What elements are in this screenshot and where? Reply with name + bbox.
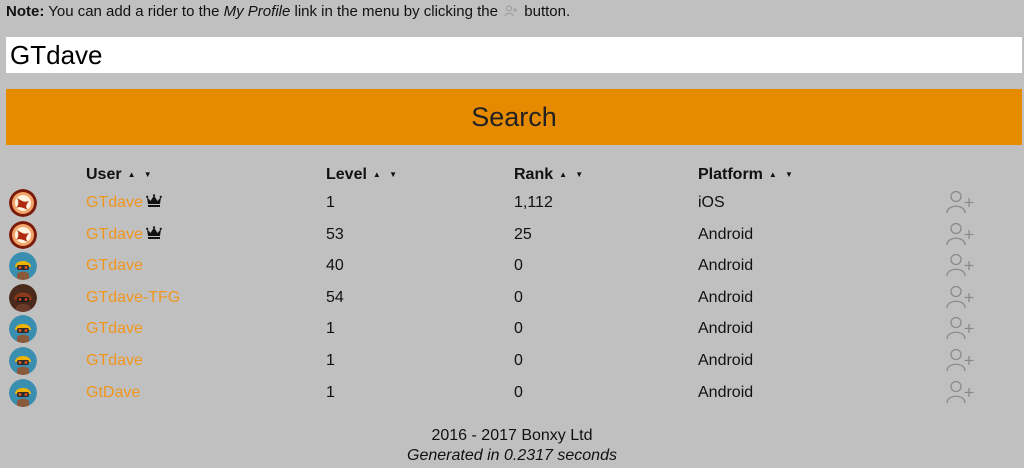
user-cell: GTdave [86,225,162,245]
table-row: GTdave 1 0 Android [0,313,1024,344]
sort-arrows-user[interactable]: ▲ ▼ [128,170,155,179]
note-label: Note: [6,3,45,20]
add-user-icon [945,380,975,409]
platform-cell: Android [698,289,754,306]
level-cell: 1 [326,384,335,401]
sort-arrows-platform[interactable]: ▲ ▼ [769,170,796,179]
table-row: GTdave-TFG 54 0 Android [0,282,1024,313]
rank-cell: 0 [514,384,523,401]
table-row: GTdave 1 1,112 iOS [0,187,1024,218]
column-header-platform: Platform ▲ ▼ [698,165,796,185]
column-header-user-label: User [86,166,122,183]
user-link[interactable]: GTdave [86,352,143,369]
add-user-icon [945,190,975,219]
user-cell: GTdave [86,193,162,213]
generated-time-text: Generated in 0.2317 seconds [407,447,617,464]
level-cell: 1 [326,352,335,369]
level-cell: 1 [326,320,335,337]
rank-cell: 1,112 [514,194,553,211]
user-link[interactable]: GTdave-TFG [86,289,180,306]
user-cell: GTdave-TFG [86,288,180,308]
level-cell: 54 [326,289,344,306]
user-cell: GTdave [86,319,143,339]
add-rider-button[interactable] [945,252,975,278]
level-cell: 53 [326,226,344,243]
avatar [9,379,37,407]
user-link[interactable]: GTdave [86,226,143,243]
table-row: GTdave 40 0 Android [0,250,1024,281]
user-link[interactable]: GTdave [86,257,143,274]
add-user-icon [504,5,518,17]
avatar [9,315,37,343]
platform-cell: Android [698,384,754,401]
note-text: Note: You can add a rider to the My Prof… [6,2,570,22]
table-row: GTdave 53 25 Android [0,219,1024,250]
sort-arrows-rank[interactable]: ▲ ▼ [559,170,586,179]
avatar [9,189,37,217]
rank-cell: 25 [514,226,532,243]
crown-icon [146,194,162,207]
rank-cell: 0 [514,352,523,369]
level-cell: 1 [326,194,335,211]
user-cell: GTdave [86,256,143,276]
search-button[interactable]: Search [6,89,1022,145]
table-row: GTdave 1 0 Android [0,345,1024,376]
user-cell: GTdave [86,351,143,371]
avatar [9,347,37,375]
table-row: GtDave 1 0 Android [0,377,1024,408]
footer: 2016 - 2017 Bonxy Ltd Generated in 0.231… [0,426,1024,466]
add-user-icon [945,253,975,282]
platform-cell: Android [698,352,754,369]
note-text-after: button. [520,3,571,20]
rank-cell: 0 [514,320,523,337]
user-link[interactable]: GTdave [86,194,143,211]
column-header-level: Level ▲ ▼ [326,165,400,185]
add-rider-button[interactable] [945,315,975,341]
crown-icon [146,226,162,239]
copyright-text: 2016 - 2017 Bonxy Ltd [431,427,593,444]
platform-cell: iOS [698,194,725,211]
add-rider-button[interactable] [945,284,975,310]
add-rider-button[interactable] [945,189,975,215]
note-text-before: You can add a rider to the [44,3,224,20]
add-rider-button[interactable] [945,347,975,373]
platform-cell: Android [698,257,754,274]
search-input[interactable] [6,37,1022,73]
note-text-middle: link in the menu by clicking the [290,3,503,20]
avatar [9,252,37,280]
level-cell: 40 [326,257,344,274]
column-header-rank-label: Rank [514,166,554,183]
column-header-platform-label: Platform [698,166,763,183]
user-cell: GtDave [86,383,140,403]
add-user-icon [945,285,975,314]
add-user-icon [945,222,975,251]
add-rider-button[interactable] [945,379,975,405]
column-header-rank: Rank ▲ ▼ [514,165,586,185]
add-rider-button[interactable] [945,221,975,247]
rank-cell: 0 [514,289,523,306]
user-link[interactable]: GTdave [86,320,143,337]
avatar [9,221,37,249]
platform-cell: Android [698,226,754,243]
add-user-icon [945,348,975,377]
platform-cell: Android [698,320,754,337]
column-header-level-label: Level [326,166,367,183]
column-header-user: User ▲ ▼ [86,165,155,185]
user-link[interactable]: GtDave [86,384,140,401]
rank-cell: 0 [514,257,523,274]
add-user-icon [945,316,975,345]
my-profile-reference: My Profile [223,3,291,20]
avatar [9,284,37,312]
sort-arrows-level[interactable]: ▲ ▼ [373,170,400,179]
